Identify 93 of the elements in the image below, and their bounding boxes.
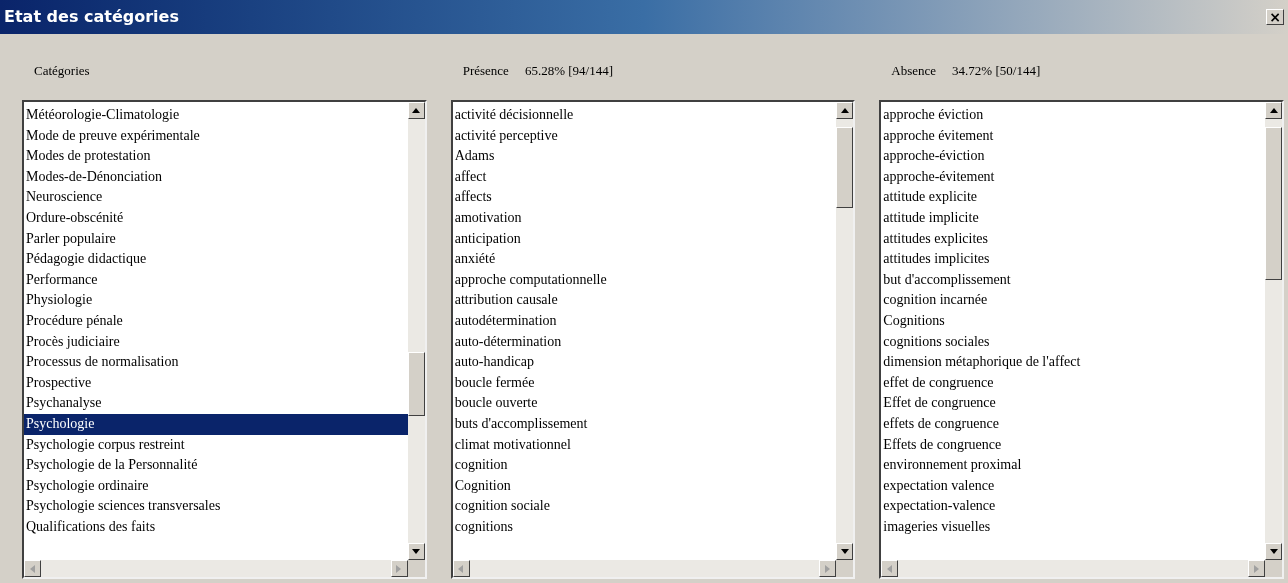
list-item[interactable]: Mode de preuve expérimentale xyxy=(24,125,408,147)
scroll-button[interactable] xyxy=(836,543,854,560)
scroll-thumb[interactable] xyxy=(1265,127,1282,281)
column-label: Catégories xyxy=(34,62,90,81)
vertical-scrollbar[interactable] xyxy=(836,102,854,560)
list-item[interactable]: cognition incarnée xyxy=(881,290,1265,311)
list-item[interactable]: Psychologie sciences transversales xyxy=(24,496,408,517)
list-item[interactable]: Pédagogie didactique xyxy=(24,249,408,270)
list-item[interactable]: Effets de congruence xyxy=(881,434,1265,456)
scroll-button[interactable] xyxy=(1248,560,1265,577)
list-item[interactable]: Procès judiciaire xyxy=(24,331,408,353)
scrollbar-corner xyxy=(836,560,854,577)
list-item[interactable]: attitudes implicites xyxy=(881,249,1265,270)
list-item[interactable]: boucle fermée xyxy=(452,372,837,394)
list-item[interactable]: expectation valence xyxy=(881,475,1265,497)
list-item[interactable]: effets de congruence xyxy=(881,413,1265,435)
list-item[interactable]: Qualifications des faits xyxy=(24,516,408,538)
scroll-button[interactable] xyxy=(1265,543,1282,560)
list-item[interactable]: affect xyxy=(452,166,837,188)
list-item[interactable]: Adams xyxy=(452,146,837,167)
percentage-text: 65.28% [94/144] xyxy=(524,62,613,81)
list-item[interactable]: Modes de protestation xyxy=(24,146,408,167)
list-item[interactable]: Processus de normalisation xyxy=(24,352,408,373)
list-item[interactable]: attitude implicite xyxy=(881,207,1265,229)
scroll-button[interactable] xyxy=(881,560,899,577)
list-item[interactable]: Performance xyxy=(24,269,408,291)
list-item[interactable]: activité décisionnelle xyxy=(452,105,837,126)
list-item[interactable]: approche éviction xyxy=(881,105,1265,126)
list-item[interactable]: cognition sociale xyxy=(452,496,837,517)
list-item[interactable]: cognition xyxy=(452,455,837,476)
list-item[interactable]: approche évitement xyxy=(881,125,1265,147)
list-item[interactable]: Prospective xyxy=(24,372,408,394)
list-item[interactable]: approche computationnelle xyxy=(452,269,837,291)
list-item[interactable]: auto-handicap xyxy=(452,352,837,373)
list-item[interactable]: affects xyxy=(452,187,837,208)
vertical-scrollbar[interactable] xyxy=(1265,102,1282,560)
list-item[interactable]: Modes-de-Dénonciation xyxy=(24,166,408,188)
list-item[interactable]: attribution causale xyxy=(452,290,837,311)
list-item[interactable]: but d'accomplissement xyxy=(881,269,1265,291)
vertical-scrollbar[interactable] xyxy=(407,102,425,560)
scroll-button[interactable] xyxy=(24,560,41,577)
horizontal-scrollbar[interactable] xyxy=(452,560,837,577)
list-item[interactable]: imageries visuelles xyxy=(881,516,1265,538)
list-item[interactable]: Procédure pénale xyxy=(24,310,408,332)
list-item[interactable]: anticipation xyxy=(452,228,837,250)
column-label: Présence xyxy=(462,62,509,81)
scroll-button[interactable] xyxy=(1265,102,1282,119)
list-item[interactable]: Psychanalyse xyxy=(24,393,408,414)
list-item[interactable]: Psychologie de la Personnalité xyxy=(24,455,408,476)
percentage-text: 34.72% [50/144] xyxy=(952,62,1041,81)
list-item[interactable]: cognitions sociales xyxy=(881,331,1265,353)
list-item[interactable]: Physiologie xyxy=(24,290,408,311)
list-item[interactable]: amotivation xyxy=(452,207,837,229)
list-item[interactable]: Psychologie xyxy=(24,413,408,435)
list-item[interactable]: Parler populaire xyxy=(24,228,408,250)
list-item[interactable]: approche-éviction xyxy=(881,146,1265,167)
list-item[interactable]: autodétermination xyxy=(452,310,837,332)
scrollbar-corner xyxy=(1265,560,1282,577)
scroll-button[interactable] xyxy=(819,560,837,577)
list-item[interactable]: Psychologie corpus restreint xyxy=(24,434,408,456)
scroll-thumb[interactable] xyxy=(407,352,425,416)
list-item[interactable]: attitude explicite xyxy=(881,187,1265,208)
list-item[interactable]: approche-évitement xyxy=(881,166,1265,188)
list-item[interactable]: Effet de congruence xyxy=(881,393,1265,414)
list-item[interactable]: dimension métaphorique de l'affect xyxy=(881,352,1265,373)
list-item[interactable]: expectation-valence xyxy=(881,496,1265,517)
horizontal-scrollbar[interactable] xyxy=(24,560,408,577)
list-item[interactable]: Neuroscience xyxy=(24,187,408,208)
list-item[interactable]: Cognition xyxy=(452,475,837,497)
list-item[interactable]: Ordure-obscénité xyxy=(24,207,408,229)
list-item[interactable]: anxiété xyxy=(452,249,837,270)
list-item[interactable]: Météorologie-Climatologie xyxy=(24,105,408,126)
scroll-button[interactable] xyxy=(836,102,854,119)
list-item[interactable]: buts d'accomplissement xyxy=(452,413,837,435)
scroll-button[interactable] xyxy=(452,560,470,577)
list-item[interactable]: Cognitions xyxy=(881,310,1265,332)
list-item[interactable]: environnement proximal xyxy=(881,455,1265,476)
horizontal-scrollbar[interactable] xyxy=(881,560,1265,577)
column-label: Absence xyxy=(891,62,937,81)
close-button[interactable]: × xyxy=(1266,9,1284,25)
list-item[interactable]: boucle ouverte xyxy=(452,393,837,414)
list-item[interactable]: climat motivationnel xyxy=(452,434,837,456)
scroll-button[interactable] xyxy=(390,560,408,577)
list-item[interactable]: effet de congruence xyxy=(881,372,1265,394)
list-item[interactable]: Psychologie ordinaire xyxy=(24,475,408,497)
list-item[interactable]: attitudes explicites xyxy=(881,228,1265,250)
scroll-button[interactable] xyxy=(407,543,425,560)
list-item[interactable]: activité perceptive xyxy=(452,125,837,147)
scroll-thumb[interactable] xyxy=(836,127,854,208)
list-item[interactable]: auto-détermination xyxy=(452,331,837,353)
scroll-button[interactable] xyxy=(407,102,425,119)
list-item[interactable]: cognitions xyxy=(452,516,837,538)
window-title: Etat des catégories xyxy=(4,6,179,28)
